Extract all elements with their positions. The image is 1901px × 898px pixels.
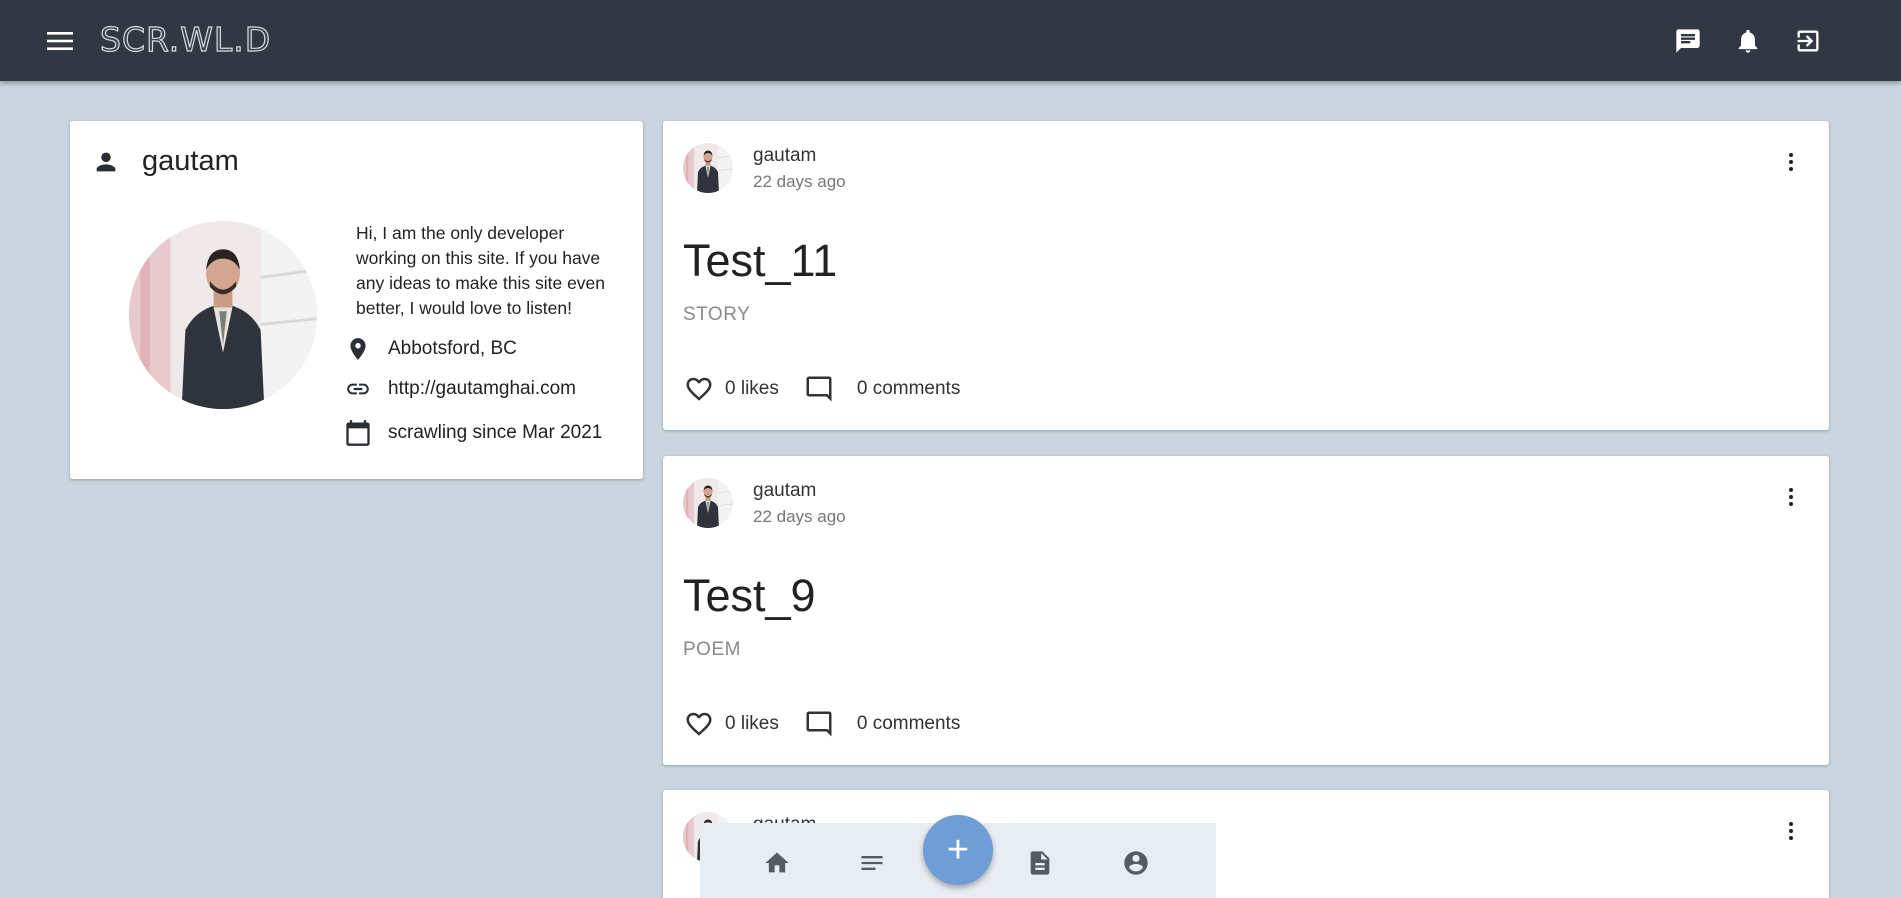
post-card[interactable]: gautam 22 days ago Test_9 POEM 0 likes 0…	[663, 456, 1829, 765]
post-author-avatar[interactable]	[683, 143, 733, 193]
heart-outline-icon	[686, 712, 712, 736]
person-icon	[96, 152, 116, 171]
post-title[interactable]: Test_9	[683, 570, 816, 622]
like-button[interactable]: 0 likes	[683, 708, 779, 740]
profile-website[interactable]: http://gautamghai.com	[344, 375, 576, 403]
app-bar: SCR.WL.D	[0, 0, 1901, 81]
post-title[interactable]: Test_11	[683, 235, 837, 287]
comment-outline-icon	[806, 711, 832, 737]
nav-feed[interactable]	[855, 846, 889, 880]
profile-bio: Hi, I am the only developer working on t…	[356, 223, 606, 318]
logout-button[interactable]	[1791, 24, 1825, 58]
bell-icon	[1738, 29, 1758, 53]
app-logo[interactable]: SCR.WL.D	[99, 19, 271, 59]
post-time: 22 days ago	[753, 172, 846, 191]
calendar-icon	[346, 420, 370, 446]
heart-outline-icon	[686, 377, 712, 401]
comments-count: 0 comments	[856, 713, 961, 734]
nav-profile[interactable]	[1119, 846, 1153, 880]
plus-icon: +	[946, 828, 970, 871]
more-vert-icon	[1789, 488, 1793, 506]
post-more-button[interactable]	[1779, 147, 1803, 177]
profile-avatar	[129, 221, 317, 409]
home-icon	[765, 852, 789, 873]
comment-outline-icon	[806, 376, 832, 402]
create-post-button[interactable]: +	[923, 815, 993, 885]
chat-icon	[1676, 29, 1700, 53]
comment-button[interactable]: 0 comments	[803, 373, 960, 405]
comment-button[interactable]: 0 comments	[803, 708, 960, 740]
messages-button[interactable]	[1671, 24, 1705, 58]
profile-header: gautam	[92, 145, 239, 178]
menu-icon	[47, 32, 73, 50]
location-text: Abbotsford, BC	[388, 338, 517, 359]
joined-text: scrawling since Mar 2021	[388, 422, 603, 443]
profile-location: Abbotsford, BC	[344, 335, 517, 363]
document-icon	[1030, 851, 1050, 875]
post-author-avatar[interactable]	[683, 478, 733, 528]
more-vert-icon	[1789, 153, 1793, 171]
nav-drafts[interactable]	[1023, 846, 1057, 880]
likes-count: 0 likes	[725, 378, 779, 399]
post-time: 22 days ago	[753, 507, 846, 526]
likes-count: 0 likes	[725, 713, 779, 734]
post-more-button[interactable]	[1779, 482, 1803, 512]
menu-button[interactable]	[44, 26, 76, 56]
like-button[interactable]: 0 likes	[683, 373, 779, 405]
post-author[interactable]: gautam	[753, 145, 816, 167]
nav-home[interactable]	[760, 846, 794, 880]
account-icon	[1124, 851, 1148, 875]
more-vert-icon	[1789, 822, 1793, 840]
profile-joined: scrawling since Mar 2021	[344, 419, 602, 447]
post-author[interactable]: gautam	[753, 480, 816, 502]
notifications-button[interactable]	[1731, 24, 1765, 58]
profile-card: gautam Hi, I am the only developer worki…	[70, 121, 643, 479]
list-icon	[861, 856, 883, 870]
location-pin-icon	[350, 338, 366, 360]
post-actions: 0 likes 0 comments	[683, 373, 960, 405]
website-link[interactable]: http://gautamghai.com	[388, 378, 576, 400]
comments-count: 0 comments	[856, 378, 961, 399]
logout-icon	[1797, 30, 1819, 52]
post-genre: POEM	[683, 639, 741, 660]
post-more-button[interactable]	[1779, 816, 1803, 846]
post-actions: 0 likes 0 comments	[683, 708, 960, 740]
post-genre: STORY	[683, 304, 751, 325]
profile-username: gautam	[142, 145, 239, 177]
link-icon	[347, 383, 369, 395]
post-card[interactable]: gautam 22 days ago Test_11 STORY 0 likes…	[663, 121, 1829, 430]
